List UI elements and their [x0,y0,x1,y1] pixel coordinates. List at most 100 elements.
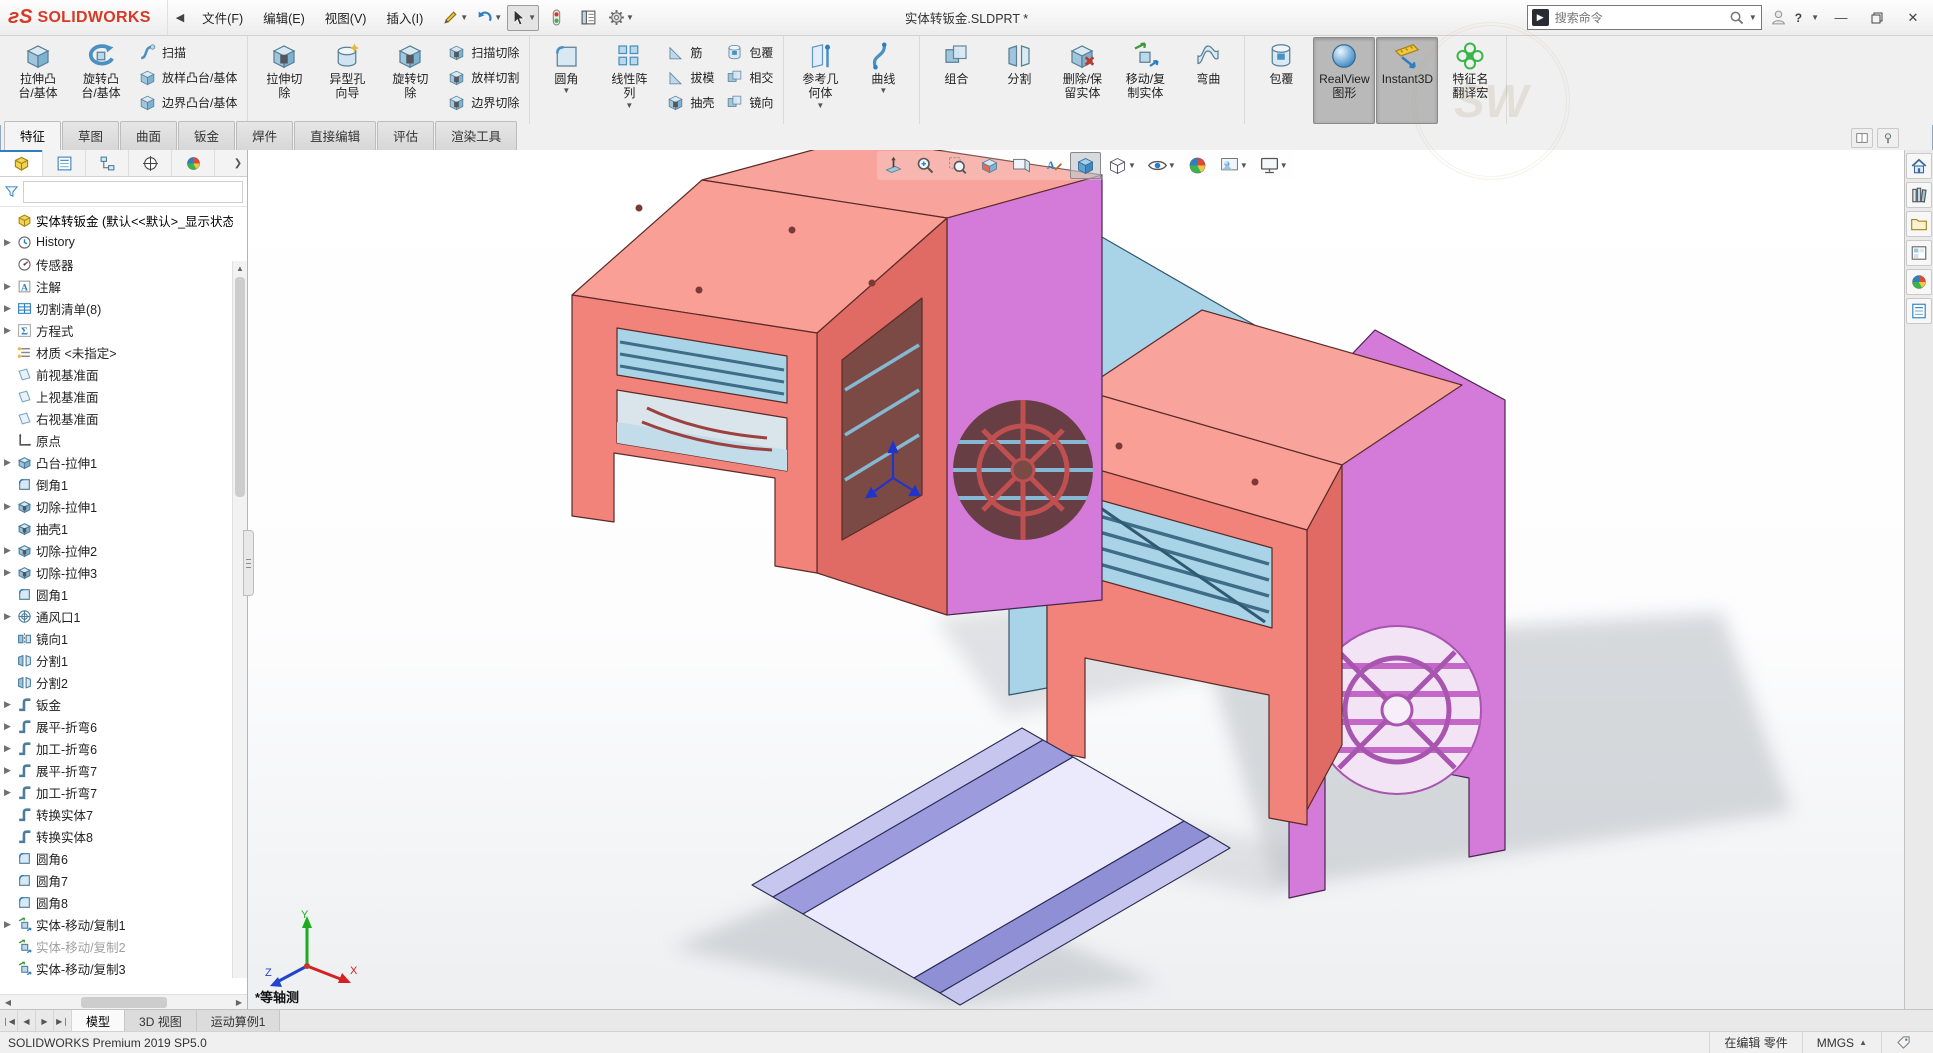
3d-drawing-view-button[interactable] [1006,152,1037,179]
minimize-button[interactable]: — [1827,7,1855,29]
menu-item-0[interactable]: 文件(F) [192,0,253,35]
display-style-button[interactable]: ▼ [1102,152,1141,179]
tree-item[interactable]: ▶切除-拉伸1 [2,495,233,517]
design-library-button[interactable] [1906,182,1932,208]
tree-item[interactable]: 材质 <未指定> [2,341,233,363]
search-input[interactable] [1553,10,1725,26]
tree-item[interactable]: ▶方程式 [2,319,233,341]
tree-item[interactable]: 圆角6 [2,847,233,869]
zoom-to-area-button[interactable] [910,152,941,179]
tab-surfaces[interactable]: 曲面 [120,121,177,150]
graphics-area[interactable]: ▼▼▼▼ Y X Z *等轴测 [247,150,1905,1010]
rib-button[interactable]: 筋 [661,40,719,65]
scroll-up-icon[interactable]: ▲ [233,261,247,275]
tree-item[interactable]: 圆角7 [2,869,233,891]
tree-item[interactable]: ▶展平-折弯6 [2,715,233,737]
tree-item[interactable]: 分割1 [2,649,233,671]
tree-item[interactable]: ▶钣金 [2,693,233,715]
tab-direct-editing[interactable]: 直接编辑 [294,121,376,150]
menu-item-3[interactable]: 插入(I) [376,0,433,35]
tree-item[interactable]: 右视基准面 [2,407,233,429]
tree-item[interactable]: 实体-移动/复制2 [2,935,233,957]
boundary-cut-button[interactable]: 边界切除 [442,90,524,115]
display-style-caret-icon[interactable]: ▼ [1128,161,1136,170]
select-button[interactable]: ▼ [507,5,539,31]
tree-item[interactable]: 前视基准面 [2,363,233,385]
expand-icon[interactable]: ▶ [2,699,13,710]
menu-collapse-icon[interactable]: ◀ [168,11,192,24]
split-pane-icon[interactable] [1851,128,1873,148]
filter-funnel-icon[interactable] [4,184,19,199]
configurationmanager-tab[interactable] [86,150,129,176]
tree-item[interactable]: 原点 [2,429,233,451]
tab-weldments[interactable]: 焊件 [236,121,293,150]
revolved-cut-button[interactable]: 旋转切 除 [379,37,441,124]
user-account-icon[interactable] [1770,9,1787,26]
apply-scene-button[interactable]: ▼ [1214,152,1253,179]
tree-item[interactable]: ▶加工-折弯6 [2,737,233,759]
tree-item[interactable]: 圆角8 [2,891,233,913]
boundary-boss-base-button[interactable]: 边界凸台/基体 [133,90,242,115]
fillet-caret-icon[interactable]: ▼ [562,86,570,96]
undo-caret-icon[interactable]: ▼ [494,13,502,22]
panel-flyout-icon[interactable]: ❯ [229,150,247,176]
body-magenta-panel-left[interactable] [947,175,1102,615]
tree-item[interactable]: 实体-移动/复制3 [2,957,233,979]
tab-evaluate[interactable]: 评估 [377,121,434,150]
displaymanager-tab[interactable] [172,150,215,176]
tree-item[interactable]: ▶展平-折弯7 [2,759,233,781]
filter-input[interactable] [23,181,243,203]
mirror-button[interactable]: 镜向 [720,90,778,115]
file-explorer-button[interactable] [1906,211,1932,237]
instant3d-button[interactable]: Instant3D [1376,37,1438,124]
rebuild-button[interactable] [541,5,571,31]
options-button[interactable]: ▼ [605,5,637,31]
intersect-button[interactable]: 相交 [720,65,778,90]
swept-cut-button[interactable]: 扫描切除 [442,40,524,65]
options-caret-icon[interactable]: ▼ [626,13,634,22]
menu-item-2[interactable]: 视图(V) [315,0,377,35]
help-caret-icon[interactable]: ▼ [1811,13,1819,22]
view-settings-button[interactable]: ▼ [1254,152,1293,179]
tab-features[interactable]: 特征 [4,121,61,150]
extruded-cut-button[interactable]: 拉伸切 除 [253,37,315,124]
expand-icon[interactable]: ▶ [2,501,13,512]
linear-pattern-caret-icon[interactable]: ▼ [625,101,633,111]
panel-splitter-grip[interactable] [243,530,254,596]
tree-item[interactable]: ▶切割清单(8) [2,297,233,319]
expand-icon[interactable]: ▶ [2,611,13,622]
pin-commandmanager-icon[interactable] [1877,128,1899,148]
scroll-left-icon[interactable]: ◀ [0,998,16,1007]
hide-show-items-caret-icon[interactable]: ▼ [1168,161,1176,170]
curves-button[interactable]: 曲线▼ [852,37,914,124]
expand-icon[interactable]: ▶ [2,787,13,798]
first-tab-icon[interactable]: ❘◀ [0,1010,18,1032]
scrollbar-thumb[interactable] [235,277,245,497]
prev-tab-icon[interactable]: ◀ [18,1010,36,1032]
draft-button[interactable]: 拔模 [661,65,719,90]
hole-wizard-button[interactable]: 异型孔 向导 [316,37,378,124]
tree-item[interactable]: ▶切除-拉伸2 [2,539,233,561]
expand-icon[interactable]: ▶ [2,303,13,314]
expand-icon[interactable]: ▶ [2,743,13,754]
tree-item[interactable]: ▶凸台-拉伸1 [2,451,233,473]
expand-icon[interactable]: ▶ [2,765,13,776]
reference-geometry-caret-icon[interactable]: ▼ [816,101,824,111]
revolved-boss-base-button[interactable]: 旋转凸 台/基体 [70,37,132,124]
tree-vertical-scrollbar[interactable]: ▲ [232,261,247,978]
search-icon[interactable] [1729,10,1744,25]
view-orientation-button[interactable] [1070,152,1101,179]
expand-icon[interactable]: ▶ [2,545,13,556]
custom-properties-button[interactable] [1906,298,1932,324]
tab-sketch[interactable]: 草图 [62,121,119,150]
expand-icon[interactable]: ▶ [2,325,13,336]
close-button[interactable]: ✕ [1899,7,1927,29]
tag-icon[interactable] [1881,1032,1925,1053]
expand-icon[interactable]: ▶ [2,457,13,468]
tree-item[interactable]: 镜向1 [2,627,233,649]
combine-button[interactable]: 组合 [925,37,987,124]
fillet-button[interactable]: 圆角▼ [535,37,597,124]
units-selector[interactable]: MMGS▲ [1802,1032,1881,1053]
tree-item[interactable]: ▶通风口1 [2,605,233,627]
tree-item[interactable]: 上视基准面 [2,385,233,407]
